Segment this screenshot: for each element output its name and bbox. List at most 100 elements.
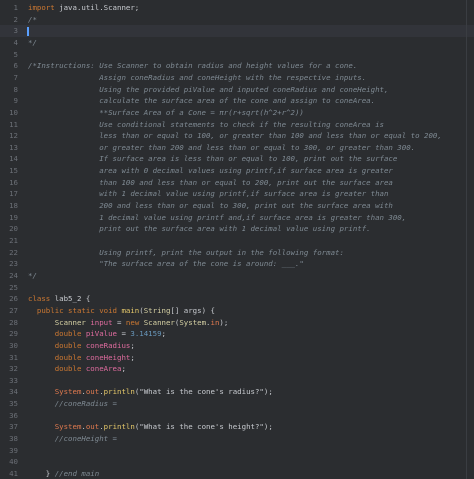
code-token: [] args) {	[170, 305, 215, 315]
code-token: =	[117, 329, 131, 339]
code-line[interactable]: 31 double coneHeight;	[0, 352, 474, 364]
code-line[interactable]: 40	[0, 456, 474, 468]
code-token: new	[125, 317, 144, 327]
code-token: main	[121, 305, 140, 315]
code-line[interactable]: 10 **Surface Area of a Cone = πr(r+sqrt(…	[0, 107, 474, 119]
code-line[interactable]: 5	[0, 49, 474, 61]
code-token: If surface area is less than or equal to…	[28, 154, 398, 164]
code-text: } //end main	[28, 468, 99, 479]
code-token: **Surface Area of a Cone = πr(r+sqrt(h^2…	[28, 107, 304, 117]
code-line[interactable]: 12 less than or equal to 100, or greater…	[0, 130, 474, 142]
line-number: 13	[9, 142, 18, 152]
line-number: 4	[13, 37, 18, 47]
code-line[interactable]: 23 "The surface area of the cone is arou…	[0, 258, 474, 270]
line-number: 6	[13, 61, 18, 71]
code-token: ;	[130, 352, 135, 362]
code-token: less than or equal to 100, or greater th…	[28, 131, 442, 141]
code-line[interactable]: 29 double piValue = 3.14159;	[0, 328, 474, 340]
code-line[interactable]: 14 If surface area is less than or equal…	[0, 153, 474, 165]
code-line[interactable]: 20 print out the surface area with 1 dec…	[0, 223, 474, 235]
code-token: with 1 decimal value using printf,if sur…	[28, 189, 389, 199]
code-line[interactable]: 35 //coneRadius =	[0, 398, 474, 410]
code-line[interactable]: 38 //coneHeight =	[0, 433, 474, 445]
code-token: lab5_2 {	[54, 294, 91, 304]
code-line[interactable]: 1 import java.util.Scanner;	[0, 2, 474, 14]
code-line[interactable]: 34 System.out.println("What is the cone'…	[0, 386, 474, 398]
line-number: 12	[9, 131, 18, 141]
code-token: piValue	[85, 329, 118, 339]
line-number: 40	[9, 457, 18, 467]
code-token: "What is the cone's height?"	[139, 422, 264, 432]
code-line[interactable]: 16 than 100 and less than or equal to 20…	[0, 177, 474, 189]
code-text: 200 and less than or equal to 300, print…	[28, 200, 393, 212]
line-number: 35	[9, 399, 18, 409]
code-line[interactable]: 39	[0, 445, 474, 457]
code-line[interactable]: 4 */	[0, 37, 474, 49]
code-token: );	[263, 387, 273, 397]
line-number: 41	[9, 469, 18, 478]
code-token: =	[112, 317, 126, 327]
code-text: Using the provided piValue and inputed c…	[28, 84, 388, 96]
line-number: 23	[9, 259, 18, 269]
code-token: println	[103, 422, 135, 432]
code-token: //coneRadius =	[54, 399, 117, 409]
code-line[interactable]: 26 class lab5_2 {	[0, 293, 474, 305]
code-token: coneArea	[85, 364, 122, 374]
code-token: String	[143, 305, 171, 315]
code-text: double coneRadius;	[28, 340, 135, 352]
line-number: 10	[9, 107, 18, 117]
code-line[interactable]: 36	[0, 410, 474, 422]
line-number: 29	[9, 329, 18, 339]
code-line[interactable]: 18 200 and less than or equal to 300, pr…	[0, 200, 474, 212]
code-line[interactable]: 2 /*	[0, 14, 474, 26]
code-line[interactable]: 13 or greater than 200 and less than or …	[0, 142, 474, 154]
code-text: class lab5_2 {	[28, 293, 90, 305]
code-text: "The surface area of the cone is around:…	[28, 258, 304, 270]
code-line[interactable]: 6 /*Instructions: Use Scanner to obtain r…	[0, 60, 474, 72]
code-line[interactable]: 22 Using printf, print the output in the…	[0, 247, 474, 259]
code-token: import	[28, 3, 60, 12]
line-number: 8	[13, 84, 18, 94]
code-line[interactable]: 27 public static void main(String[] args…	[0, 305, 474, 317]
code-text: area with 0 decimal values using printf,…	[28, 165, 393, 177]
code-line[interactable]: 32 double coneArea;	[0, 363, 474, 375]
code-line[interactable]: 24 */	[0, 270, 474, 282]
code-line[interactable]: 8 Using the provided piValue and inputed…	[0, 84, 474, 96]
code-editor[interactable]: 1 import java.util.Scanner; 2 /* 3 4 */ 5 6 /*Ins…	[0, 0, 474, 479]
code-line[interactable]: 33	[0, 375, 474, 387]
line-number: 16	[9, 177, 18, 187]
code-token: public static void	[36, 305, 122, 315]
code-line[interactable]: 11 Use conditional statements to check i…	[0, 119, 474, 131]
code-line[interactable]: 19 1 decimal value using printf and,if s…	[0, 212, 474, 224]
code-token: coneRadius	[85, 340, 131, 350]
code-line[interactable]: 7 Assign coneRadius and coneHeight with …	[0, 72, 474, 84]
code-text: //coneHeight =	[28, 433, 117, 445]
code-line[interactable]: 41 } //end main	[0, 468, 474, 479]
code-line[interactable]: 17 with 1 decimal value using printf,if …	[0, 188, 474, 200]
code-line[interactable]: 30 double coneRadius;	[0, 340, 474, 352]
code-line[interactable]: 9 calculate the surface area of the cone…	[0, 95, 474, 107]
code-token: ;	[161, 329, 166, 339]
line-number: 32	[9, 364, 18, 374]
code-token: double	[54, 340, 86, 350]
code-text: import java.util.Scanner;	[28, 2, 139, 14]
code-line[interactable]: 15 area with 0 decimal values using prin…	[0, 165, 474, 177]
code-text: **Surface Area of a Cone = πr(r+sqrt(h^2…	[28, 107, 304, 119]
code-token: /*	[28, 14, 37, 24]
code-line[interactable]: 25	[0, 282, 474, 294]
code-line[interactable]: 3	[0, 25, 474, 37]
code-line[interactable]: 28 Scanner input = new Scanner(System.in…	[0, 317, 474, 329]
line-number: 1	[13, 3, 18, 12]
code-token: Scanner	[54, 317, 91, 327]
code-line[interactable]: 21	[0, 235, 474, 247]
line-number: 2	[13, 14, 18, 24]
line-number: 38	[9, 434, 18, 444]
code-line[interactable]: 37 System.out.println("What is the cone'…	[0, 421, 474, 433]
line-number: 7	[13, 72, 18, 82]
code-token: Scanner	[143, 317, 175, 327]
code-token: 1 decimal value using printf and,if surf…	[28, 212, 407, 222]
code-text: with 1 decimal value using printf,if sur…	[28, 188, 388, 200]
